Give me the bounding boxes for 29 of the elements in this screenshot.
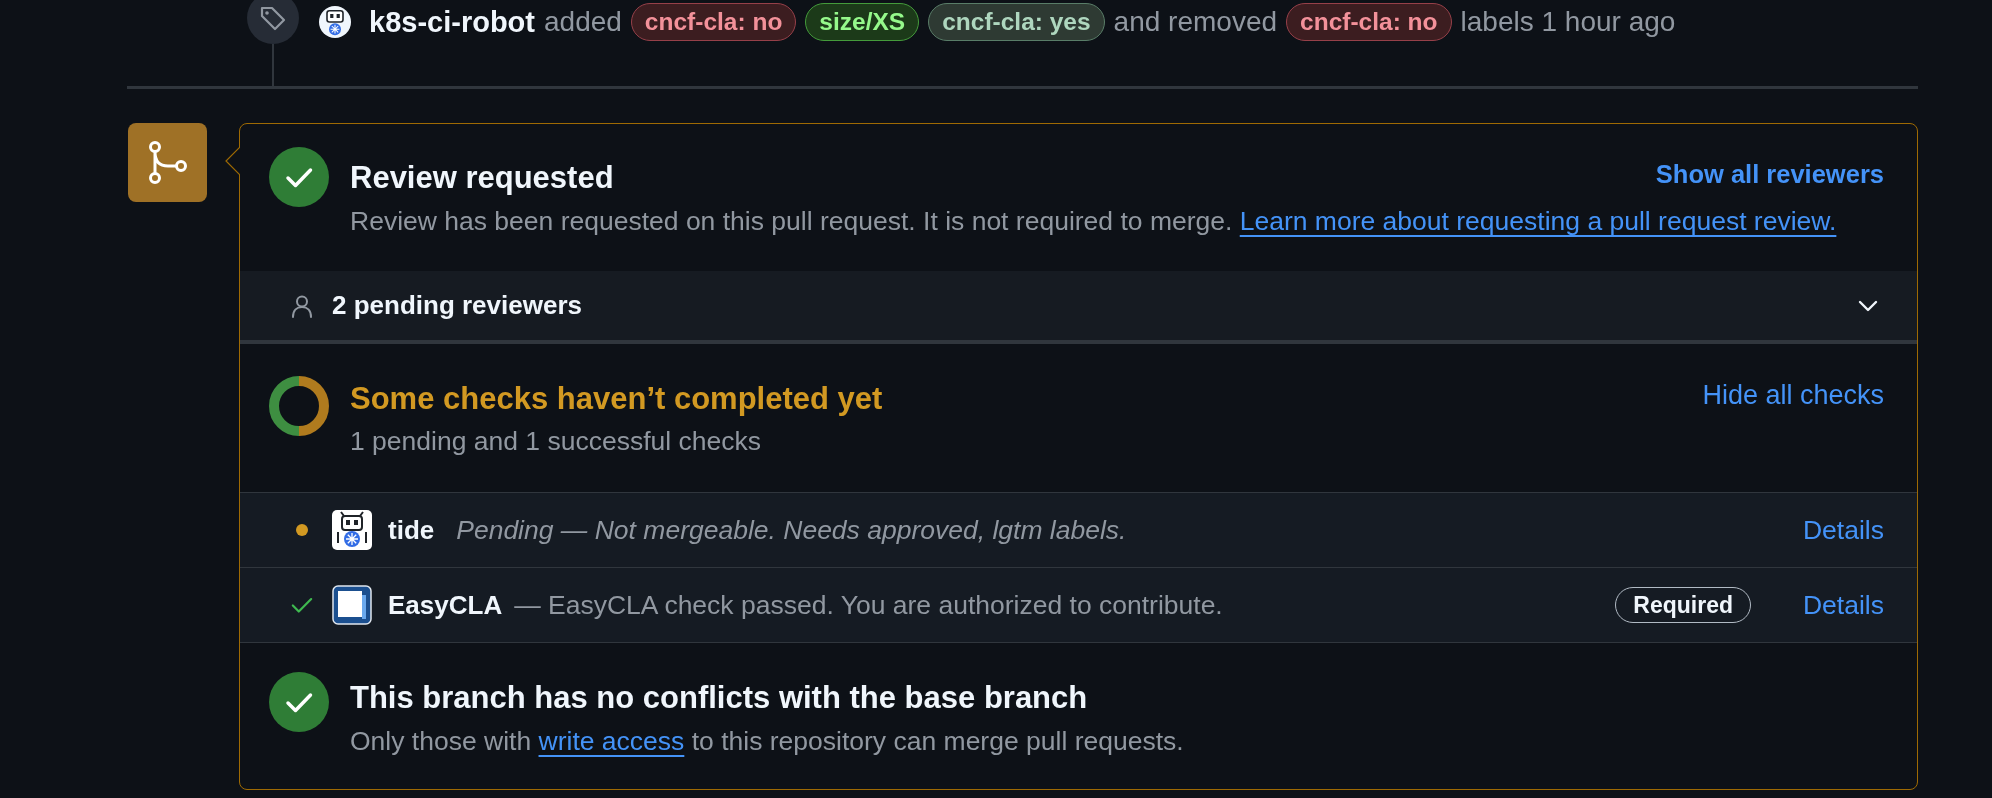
branch-icon xyxy=(128,123,207,202)
label-pill[interactable]: cncf-cla: no xyxy=(1286,3,1452,41)
details-link[interactable]: Details xyxy=(1803,589,1884,621)
learn-more-link[interactable]: Learn more about requesting a pull request review. xyxy=(1239,206,1837,236)
robot-avatar-icon xyxy=(319,6,351,38)
section-title: Some checks haven’t completed yet xyxy=(350,380,884,418)
check-description: Pending — Not mergeable. Needs approved, lgtm labels. xyxy=(456,514,1128,546)
section-title: This branch has no conflicts with the base branch xyxy=(350,679,1089,717)
app-logo-icon xyxy=(332,585,372,625)
actor-link[interactable]: k8s-ci-robot xyxy=(369,5,535,39)
show-reviewers-link[interactable]: Show all reviewers xyxy=(1655,155,1884,193)
robot-avatar-icon xyxy=(332,510,372,550)
label-pill[interactable]: cncf-cla: no xyxy=(630,3,797,41)
section-description: Only those with write access to this repository can merge pull requests. xyxy=(350,725,1185,758)
section-title: Review requested xyxy=(350,159,615,197)
section-description: 1 pending and 1 successful checks xyxy=(350,425,762,458)
pending-reviewers-toggle[interactable]: 2 pending reviewers xyxy=(240,271,1917,340)
label-pill[interactable]: size/XS xyxy=(805,3,920,41)
event-text: and removed xyxy=(1113,6,1278,38)
details-link[interactable]: Details xyxy=(1803,514,1884,546)
write-access-link[interactable]: write access xyxy=(538,726,685,756)
check-name: tide xyxy=(388,514,435,546)
label-pill[interactable]: cncf-cla: yes xyxy=(928,3,1105,41)
check-description: — EasyCLA check passed. You are authorized to contribute. xyxy=(514,589,1224,621)
event-text: labels 1 hour ago xyxy=(1460,6,1676,38)
check-name: EasyCLA xyxy=(388,589,503,621)
person-icon xyxy=(290,293,314,318)
hide-checks-link[interactable]: Hide all checks xyxy=(1702,376,1884,414)
event-text: added xyxy=(544,6,622,38)
